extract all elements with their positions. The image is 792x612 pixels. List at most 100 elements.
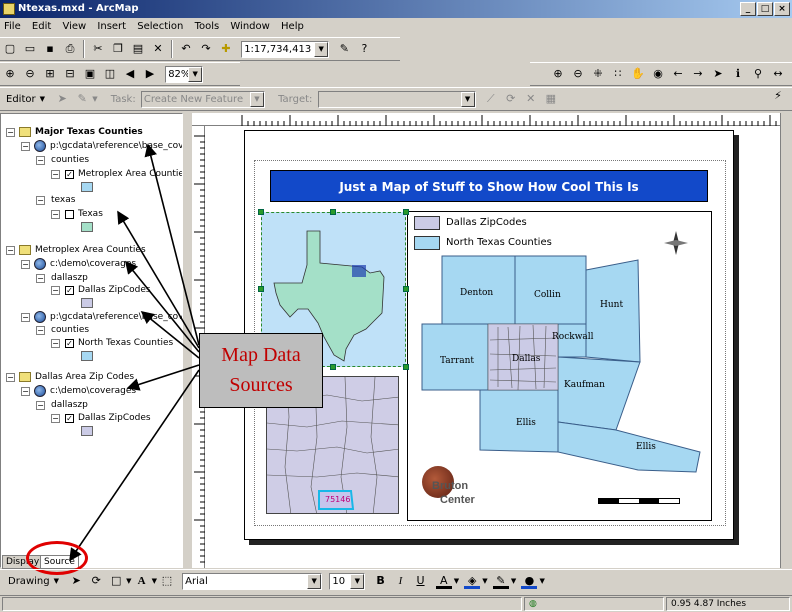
open-icon[interactable]: ▭ bbox=[22, 41, 38, 57]
selection-handle[interactable] bbox=[258, 209, 264, 215]
chevron-down-icon[interactable]: ▼ bbox=[92, 95, 97, 103]
rotate-tool-icon[interactable]: ⟳ bbox=[503, 91, 519, 107]
collapse-toggle[interactable]: − bbox=[6, 373, 15, 382]
data-frame-metroplex[interactable]: Metroplex Area Counties bbox=[35, 244, 146, 256]
save-icon[interactable]: ▪ bbox=[42, 41, 58, 57]
font-combo[interactable]: Arial ▼ bbox=[182, 572, 323, 590]
next-extent-icon[interactable]: → bbox=[690, 66, 706, 82]
bold-button[interactable]: B bbox=[373, 573, 389, 589]
collapse-toggle[interactable]: − bbox=[21, 260, 30, 269]
editor-toolbar-icon[interactable]: ✎ bbox=[336, 41, 352, 57]
selection-handle[interactable] bbox=[403, 286, 409, 292]
identify-icon[interactable]: ℹ bbox=[730, 66, 746, 82]
selection-handle[interactable] bbox=[403, 209, 409, 215]
select-elements-icon[interactable]: ➤ bbox=[710, 66, 726, 82]
pan-icon[interactable]: ✋ bbox=[630, 66, 646, 82]
close-button[interactable]: × bbox=[774, 2, 790, 16]
forward-extent-icon[interactable]: ▶ bbox=[142, 66, 158, 82]
layer-counties[interactable]: counties bbox=[51, 324, 89, 336]
fill-color-icon[interactable]: ◈ bbox=[464, 573, 481, 589]
collapse-toggle[interactable]: − bbox=[51, 210, 60, 219]
target-combo[interactable]: ▼ bbox=[317, 90, 476, 108]
cut-icon[interactable]: ✂ bbox=[90, 41, 106, 57]
split-tool-icon[interactable]: ⟋ bbox=[483, 91, 499, 107]
workspace-path[interactable]: c:\demo\coverages bbox=[50, 258, 136, 270]
layer-texas[interactable]: texas bbox=[51, 194, 75, 206]
fixed-zoom-out-icon[interactable]: ⊟ bbox=[62, 66, 78, 82]
minimize-button[interactable]: _ bbox=[740, 2, 756, 16]
workspace-path[interactable]: p:\gcdata\reference\base_covers bbox=[50, 311, 182, 323]
menu-selection[interactable]: Selection bbox=[133, 18, 187, 36]
chevron-down-icon[interactable]: ▼ bbox=[511, 577, 516, 585]
collapse-toggle[interactable]: − bbox=[36, 274, 45, 283]
font-size-combo[interactable]: 10 ▼ bbox=[329, 572, 366, 590]
fixed-zoom-in-icon[interactable]: ⊞ bbox=[42, 66, 58, 82]
collapse-toggle[interactable]: − bbox=[6, 128, 15, 137]
chevron-down-icon[interactable]: ▼ bbox=[539, 577, 544, 585]
collapse-toggle[interactable]: − bbox=[21, 387, 30, 396]
collapse-toggle[interactable]: − bbox=[21, 142, 30, 151]
add-data-icon[interactable]: ✚ bbox=[218, 41, 234, 57]
map-scale-combo[interactable]: 1:17,734,413 ▼ bbox=[241, 40, 330, 58]
edit-tool-icon[interactable]: ➤ bbox=[54, 91, 70, 107]
workspace-path[interactable]: c:\demo\coverages bbox=[50, 385, 136, 397]
paste-icon[interactable]: ▤ bbox=[130, 41, 146, 57]
select-elements-icon[interactable]: ➤ bbox=[68, 573, 84, 589]
data-frame-major-texas-counties[interactable]: Major Texas Counties bbox=[35, 126, 143, 138]
collapse-toggle[interactable]: − bbox=[51, 286, 60, 295]
layer-name[interactable]: Dallas ZipCodes bbox=[78, 284, 151, 296]
rotate-icon[interactable]: ⟳ bbox=[88, 573, 104, 589]
collapse-toggle[interactable]: − bbox=[36, 326, 45, 335]
editor-menu[interactable]: Editor bbox=[6, 94, 36, 105]
menu-file[interactable]: File bbox=[0, 18, 25, 36]
line-color-icon[interactable]: ✎ bbox=[492, 573, 509, 589]
zoom-out-page-icon[interactable]: ⊖ bbox=[22, 66, 38, 82]
layer-name[interactable]: Metroplex Area Counties bbox=[78, 168, 182, 180]
map-title[interactable]: Just a Map of Stuff to Show How Cool Thi… bbox=[270, 170, 708, 202]
collapse-toggle[interactable]: − bbox=[51, 339, 60, 348]
chevron-down-icon[interactable]: ▼ bbox=[460, 91, 475, 107]
layer-visibility-checkbox[interactable] bbox=[65, 210, 74, 219]
fixed-zoom-in-map-icon[interactable]: ⁜ bbox=[590, 66, 606, 82]
italic-button[interactable]: I bbox=[393, 573, 409, 589]
undo-icon[interactable]: ↶ bbox=[178, 41, 194, 57]
chevron-down-icon[interactable]: ▼ bbox=[126, 577, 131, 585]
task-combo[interactable]: Create New Feature ▼ bbox=[140, 90, 265, 108]
rectangle-icon[interactable]: □ bbox=[108, 573, 124, 589]
zoom-percent-combo[interactable]: 82% ▼ bbox=[165, 65, 204, 83]
drawing-menu[interactable]: Drawing bbox=[8, 576, 50, 587]
underline-button[interactable]: U bbox=[413, 573, 429, 589]
workspace-path[interactable]: p:\gcdata\reference\base_covers bbox=[50, 140, 182, 152]
marker-color-icon[interactable]: ● bbox=[521, 573, 538, 589]
attributes-icon[interactable]: ▦ bbox=[543, 91, 559, 107]
layer-visibility-checkbox[interactable]: ✓ bbox=[65, 286, 74, 295]
vertical-scrollbar[interactable] bbox=[780, 113, 792, 568]
fixed-zoom-out-map-icon[interactable]: ∷ bbox=[610, 66, 626, 82]
collapse-toggle[interactable]: − bbox=[6, 246, 15, 255]
maximize-button[interactable]: □ bbox=[757, 2, 773, 16]
edit-vertices-icon[interactable]: ⬚ bbox=[159, 573, 175, 589]
collapse-toggle[interactable]: − bbox=[51, 414, 60, 423]
menu-help[interactable]: Help bbox=[277, 18, 308, 36]
selection-handle[interactable] bbox=[403, 364, 409, 370]
layer-visibility-checkbox[interactable]: ✓ bbox=[65, 414, 74, 423]
zoom-out-icon[interactable]: ⊖ bbox=[570, 66, 586, 82]
chevron-down-icon[interactable]: ▼ bbox=[314, 41, 329, 57]
metroplex-data-frame[interactable]: Dallas ZipCodes North Texas Counties Den… bbox=[407, 211, 712, 521]
layer-dallaszp[interactable]: dallaszp bbox=[51, 399, 88, 411]
map-data-sources-callout[interactable]: Map Data Sources bbox=[199, 333, 323, 408]
collapse-toggle[interactable]: − bbox=[51, 170, 60, 179]
layer-dallaszp[interactable]: dallaszp bbox=[51, 272, 88, 284]
chevron-down-icon[interactable]: ▼ bbox=[152, 577, 157, 585]
chevron-down-icon[interactable]: ▼ bbox=[454, 577, 459, 585]
data-frame-dallas-zip[interactable]: Dallas Area Zip Codes bbox=[35, 371, 134, 383]
menu-tools[interactable]: Tools bbox=[191, 18, 224, 36]
layer-visibility-checkbox[interactable]: ✓ bbox=[65, 170, 74, 179]
menu-insert[interactable]: Insert bbox=[93, 18, 130, 36]
zoom-in-icon[interactable]: ⊕ bbox=[550, 66, 566, 82]
collapse-toggle[interactable]: − bbox=[36, 156, 45, 165]
measure-icon[interactable]: ↔ bbox=[770, 66, 786, 82]
collapse-toggle[interactable]: − bbox=[36, 401, 45, 410]
menu-view[interactable]: View bbox=[58, 18, 90, 36]
chevron-down-icon[interactable]: ▼ bbox=[40, 95, 45, 103]
